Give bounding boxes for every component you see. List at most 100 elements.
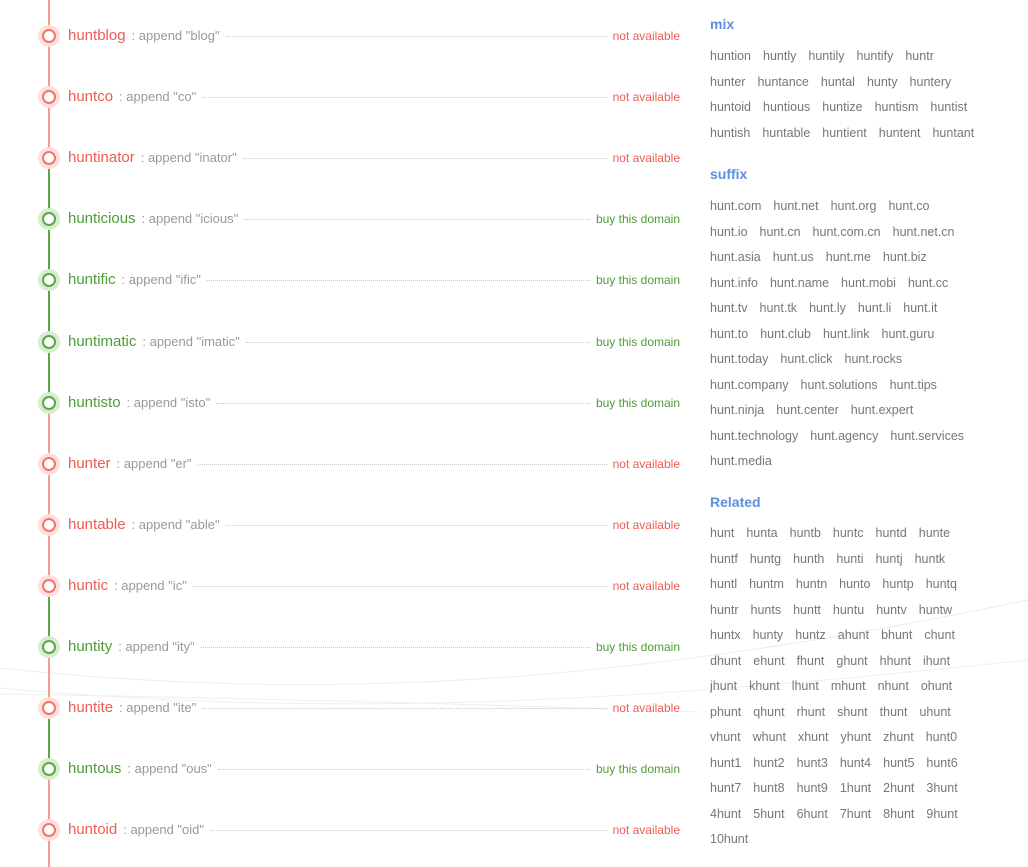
domain-name[interactable]: huntity [68, 638, 112, 655]
suggestion-link[interactable]: thunt [880, 700, 908, 726]
suggestion-link[interactable]: huntr [710, 598, 739, 624]
suggestion-link[interactable]: huntx [710, 623, 741, 649]
suggestion-link[interactable]: huntg [750, 547, 781, 573]
suggestion-link[interactable]: huntn [796, 572, 827, 598]
suggestion-link[interactable]: huntion [710, 44, 751, 70]
suggestion-link[interactable]: huntist [930, 95, 967, 121]
suggestion-link[interactable]: huntize [822, 95, 862, 121]
suggestion-link[interactable]: huntj [875, 547, 902, 573]
suggestion-link[interactable]: hunt.tk [760, 296, 798, 322]
suggestion-link[interactable]: hunt.com [710, 194, 761, 220]
suggestion-link[interactable]: hunt.rocks [845, 347, 903, 373]
domain-name[interactable]: huntco [68, 88, 113, 105]
domain-name[interactable]: huntite [68, 699, 113, 716]
suggestion-link[interactable]: hunt.agency [810, 424, 878, 450]
suggestion-link[interactable]: hunt.biz [883, 245, 927, 271]
suggestion-link[interactable]: hunt.ly [809, 296, 846, 322]
suggestion-link[interactable]: hunt.solutions [801, 373, 878, 399]
suggestion-link[interactable]: hunt.name [770, 271, 829, 297]
suggestion-link[interactable]: huntk [915, 547, 946, 573]
suggestion-link[interactable]: hunty [753, 623, 784, 649]
suggestion-link[interactable]: hunt2 [753, 751, 784, 777]
suggestion-link[interactable]: hunt.net.cn [893, 220, 955, 246]
suggestion-link[interactable]: 6hunt [797, 802, 828, 828]
suggestion-link[interactable]: huntily [808, 44, 844, 70]
suggestion-link[interactable]: hunt6 [926, 751, 957, 777]
suggestion-link[interactable]: hunt.it [903, 296, 937, 322]
suggestion-link[interactable]: hunty [867, 70, 898, 96]
domain-name[interactable]: huntific [68, 271, 116, 288]
buy-domain-link[interactable]: buy this domain [591, 333, 680, 350]
suggestion-link[interactable]: huntify [857, 44, 894, 70]
suggestion-link[interactable]: 2hunt [883, 776, 914, 802]
suggestion-link[interactable]: hunto [839, 572, 870, 598]
suggestion-link[interactable]: uhunt [919, 700, 950, 726]
suggestion-link[interactable]: shunt [837, 700, 868, 726]
domain-name[interactable]: hunter [68, 455, 111, 472]
suggestion-link[interactable]: huntoid [710, 95, 751, 121]
suggestion-link[interactable]: hunt.company [710, 373, 789, 399]
suggestion-link[interactable]: hunt0 [926, 725, 957, 751]
suggestion-link[interactable]: huntv [876, 598, 907, 624]
suggestion-link[interactable]: hunt.club [760, 322, 811, 348]
suggestion-link[interactable]: hunt.to [710, 322, 748, 348]
suggestion-link[interactable]: hunt.center [776, 398, 839, 424]
suggestion-link[interactable]: phunt [710, 700, 741, 726]
suggestion-link[interactable]: huntal [821, 70, 855, 96]
suggestion-link[interactable]: hunt.technology [710, 424, 798, 450]
suggestion-link[interactable]: ehunt [753, 649, 784, 675]
suggestion-link[interactable]: bhunt [881, 623, 912, 649]
suggestion-link[interactable]: hunt [710, 521, 734, 547]
suggestion-link[interactable]: hunt.io [710, 220, 748, 246]
suggestion-link[interactable]: ohunt [921, 674, 952, 700]
buy-domain-link[interactable]: buy this domain [591, 272, 680, 289]
suggestion-link[interactable]: hunt.com.cn [813, 220, 881, 246]
suggestion-link[interactable]: khunt [749, 674, 780, 700]
suggestion-link[interactable]: huntly [763, 44, 796, 70]
suggestion-link[interactable]: hunth [793, 547, 824, 573]
suggestion-link[interactable]: 9hunt [926, 802, 957, 828]
suggestion-link[interactable]: huntr [905, 44, 934, 70]
domain-name[interactable]: huntisto [68, 394, 121, 411]
suggestion-link[interactable]: huntent [879, 121, 921, 147]
suggestion-link[interactable]: dhunt [710, 649, 741, 675]
suggestion-link[interactable]: hunt.net [773, 194, 818, 220]
suggestion-link[interactable]: huntq [926, 572, 957, 598]
domain-name[interactable]: huntimatic [68, 333, 136, 350]
suggestion-link[interactable]: hunt.info [710, 271, 758, 297]
suggestion-link[interactable]: hunt.org [831, 194, 877, 220]
suggestion-link[interactable]: huntm [749, 572, 784, 598]
suggestion-link[interactable]: hunt.ninja [710, 398, 764, 424]
suggestion-link[interactable]: nhunt [878, 674, 909, 700]
suggestion-link[interactable]: hunt.mobi [841, 271, 896, 297]
suggestion-link[interactable]: ahunt [838, 623, 869, 649]
domain-name[interactable]: huntinator [68, 149, 135, 166]
domain-name[interactable]: huntic [68, 577, 108, 594]
suggestion-link[interactable]: huntp [882, 572, 913, 598]
suggestion-link[interactable]: huntable [762, 121, 810, 147]
suggestion-link[interactable]: huntant [932, 121, 974, 147]
suggestion-link[interactable]: hunt5 [883, 751, 914, 777]
suggestion-link[interactable]: huntance [757, 70, 808, 96]
suggestion-link[interactable]: yhunt [841, 725, 872, 751]
suggestion-link[interactable]: hhunt [880, 649, 911, 675]
suggestion-link[interactable]: hunts [751, 598, 782, 624]
suggestion-link[interactable]: hunte [919, 521, 950, 547]
domain-name[interactable]: hunticious [68, 210, 136, 227]
suggestion-link[interactable]: xhunt [798, 725, 829, 751]
domain-name[interactable]: huntoid [68, 821, 117, 838]
suggestion-link[interactable]: hunt.cn [760, 220, 801, 246]
suggestion-link[interactable]: hunter [710, 70, 745, 96]
suggestion-link[interactable]: hunt.li [858, 296, 891, 322]
suggestion-link[interactable]: huntz [795, 623, 826, 649]
suggestion-link[interactable]: huntf [710, 547, 738, 573]
suggestion-link[interactable]: ghunt [836, 649, 867, 675]
suggestion-link[interactable]: whunt [753, 725, 786, 751]
suggestion-link[interactable]: hunt.cc [908, 271, 948, 297]
suggestion-link[interactable]: hunt.media [710, 449, 772, 475]
suggestion-link[interactable]: hunt.asia [710, 245, 761, 271]
suggestion-link[interactable]: huntism [875, 95, 919, 121]
suggestion-link[interactable]: 1hunt [840, 776, 871, 802]
suggestion-link[interactable]: 3hunt [926, 776, 957, 802]
suggestion-link[interactable]: huntu [833, 598, 864, 624]
